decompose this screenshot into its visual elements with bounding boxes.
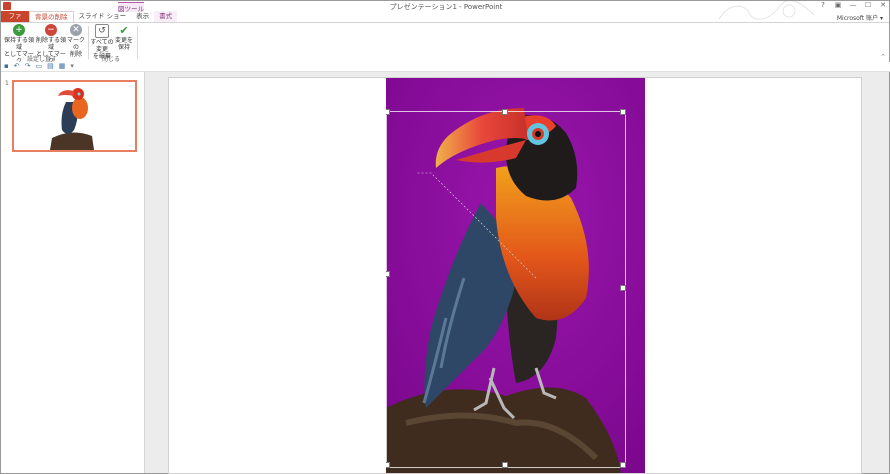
checkmark-icon: ✔ xyxy=(118,23,130,37)
delete-mark-label-2: 削除 xyxy=(69,51,82,58)
tab-format[interactable]: 書式 xyxy=(154,11,178,22)
tab-view[interactable]: 表示 xyxy=(131,11,154,22)
keep-label-1: 変更を xyxy=(115,37,134,44)
resize-handle[interactable] xyxy=(620,285,626,291)
slide-thumbnail-panel: 1 xyxy=(1,72,145,473)
slide-thumbnail[interactable] xyxy=(12,80,137,152)
discard-icon: ↺ xyxy=(95,24,109,38)
resize-handle[interactable] xyxy=(620,109,626,115)
keep-area-marquee[interactable] xyxy=(386,111,626,468)
keep-label-2: 保持 xyxy=(117,44,130,51)
plus-icon: + xyxy=(13,24,25,36)
resize-handle[interactable] xyxy=(386,462,390,468)
ribbon-display-button[interactable]: ▣ xyxy=(834,2,842,9)
close-button[interactable]: ✕ xyxy=(879,2,887,9)
resize-handle[interactable] xyxy=(620,462,626,468)
slide-canvas[interactable] xyxy=(168,77,862,474)
save-icon[interactable]: ▪ xyxy=(4,62,9,71)
mark-remove-label-1: 削除する領域 xyxy=(35,37,66,51)
slide-number: 1 xyxy=(5,80,9,87)
tab-slideshow[interactable]: スライド ショー xyxy=(74,11,132,22)
start-slideshow-icon[interactable]: ▭ xyxy=(36,62,43,71)
eraser-icon: ✕ xyxy=(70,24,82,36)
redo-icon[interactable]: ↷ xyxy=(25,62,31,71)
thumbnail-toucan-image xyxy=(14,82,135,150)
discard-label-1: すべての変更 xyxy=(90,39,114,53)
group-separator xyxy=(137,26,138,59)
maximize-button[interactable]: ☐ xyxy=(864,2,872,9)
background-removal-picture[interactable] xyxy=(386,78,645,473)
tab-file[interactable]: ファイル xyxy=(1,11,29,31)
collapse-ribbon-icon[interactable]: ⌃ xyxy=(880,53,886,61)
powerpoint-logo-icon xyxy=(3,2,11,10)
undo-icon[interactable]: ↶ xyxy=(14,62,20,71)
ribbon-tabs: ファイル 背景の削除 スライド ショー 表示 書式 xyxy=(1,11,889,31)
quick-access-toolbar: ▪ ↶ ↷ ▭ ▤ ▦ ▾ xyxy=(1,62,890,72)
ribbon: + 保持する領域 としてマーク − 削除する領域 としてマーク ✕ マークの 削… xyxy=(1,22,889,65)
title-bar: 図ツール プレゼンテーション1 - PowerPoint ? ▣ — ☐ ✕ xyxy=(1,1,889,20)
help-button[interactable]: ? xyxy=(819,2,827,9)
powerpoint-window: 図ツール プレゼンテーション1 - PowerPoint ? ▣ — ☐ ✕ フ… xyxy=(0,0,890,474)
print-icon[interactable]: ▦ xyxy=(59,62,66,71)
delete-mark-label-1: マークの xyxy=(66,37,85,51)
resize-handle[interactable] xyxy=(502,109,508,115)
delete-mark-button[interactable]: ✕ マークの 削除 xyxy=(65,24,87,58)
resize-handle[interactable] xyxy=(502,462,508,468)
resize-handle[interactable] xyxy=(386,271,390,277)
keep-changes-button[interactable]: ✔ 変更を 保持 xyxy=(115,24,133,51)
account-menu[interactable]: Microsoft 账户 ▾ xyxy=(837,13,883,22)
open-icon[interactable]: ▤ xyxy=(47,62,54,71)
customize-toolbar-icon[interactable]: ▾ xyxy=(70,62,74,71)
minimize-button[interactable]: — xyxy=(849,2,857,9)
resize-handle[interactable] xyxy=(386,109,390,115)
slide-editing-area xyxy=(145,72,889,474)
mark-keep-label-1: 保持する領域 xyxy=(3,37,34,51)
minus-icon: − xyxy=(45,24,57,36)
